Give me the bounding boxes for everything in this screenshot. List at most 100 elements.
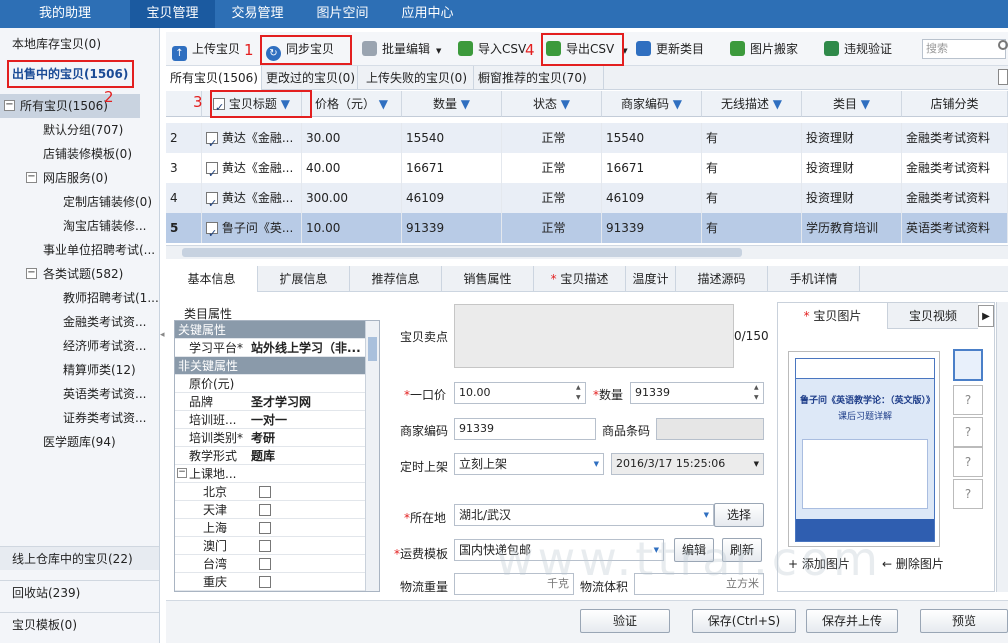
sidebar-item-templates[interactable]: 宝贝模板(0): [0, 612, 159, 636]
filter-icon[interactable]: ▼: [561, 97, 570, 111]
freight-refresh-button[interactable]: 刷新: [722, 538, 762, 562]
choose-location-button[interactable]: 选择: [714, 503, 764, 527]
image-thumb-1[interactable]: [953, 349, 983, 381]
tree-item-teacher[interactable]: 教师招聘考试(1...: [0, 286, 159, 310]
nav-app-center[interactable]: 应用中心: [385, 0, 470, 28]
prop-row-location[interactable]: − 上课地...: [175, 465, 365, 483]
table-row[interactable]: 2 黄达《金融... 30.00 15540 正常 15540 有 投资理财 金…: [166, 123, 1008, 153]
grid-header-status[interactable]: 状态 ▼: [502, 91, 602, 117]
tree-item-securities[interactable]: 证券类考试资...: [0, 406, 159, 430]
schedule-datetime[interactable]: 2016/3/17 15:25:06 ▼: [611, 453, 764, 475]
price-stepper[interactable]: ▲ ▼: [576, 383, 581, 403]
city-row[interactable]: 重庆: [175, 573, 365, 591]
image-slot-4[interactable]: ?: [953, 447, 983, 477]
city-row[interactable]: 上海: [175, 519, 365, 537]
upload-button[interactable]: ↑ 上传宝贝: [172, 38, 240, 61]
tree-collapse-icon[interactable]: −: [26, 172, 37, 183]
column-settings-icon[interactable]: [998, 69, 1008, 85]
city-row[interactable]: 澳门: [175, 537, 365, 555]
merchant-code-input[interactable]: 91339: [454, 418, 596, 440]
grid-header-wireless[interactable]: 无线描述 ▼: [702, 91, 802, 117]
city-checkbox[interactable]: [259, 576, 271, 588]
row-checkbox[interactable]: [206, 189, 218, 213]
nav-image-space[interactable]: 图片空间: [300, 0, 385, 28]
nav-trade-management[interactable]: 交易管理: [215, 0, 300, 28]
tab-extended-info[interactable]: 扩展信息: [258, 266, 350, 292]
grid-header-shop-category[interactable]: 店铺分类: [902, 91, 1008, 117]
image-slot-2[interactable]: ?: [953, 385, 983, 415]
tree-item-custom-decor[interactable]: 定制店铺装修(0): [0, 190, 159, 214]
row-checkbox[interactable]: [206, 159, 218, 183]
validate-button[interactable]: 违规验证: [824, 38, 892, 60]
tab-sale-attrs[interactable]: 销售属性: [442, 266, 534, 292]
sidebar-recycle-bin[interactable]: 回收站(239): [0, 580, 159, 604]
nav-my-assistant[interactable]: 我的助理: [0, 0, 130, 28]
prop-row-class[interactable]: 培训班... 一对一: [175, 411, 365, 429]
table-row[interactable]: 4 黄达《金融... 300.00 46109 正常 46109 有 投资理财 …: [166, 183, 1008, 213]
prop-row-original-price[interactable]: 原价(元): [175, 375, 365, 393]
tree-item-shop-template[interactable]: 店铺装修模板(0): [0, 142, 159, 166]
prop-row-training-type[interactable]: 培训类别* 考研: [175, 429, 365, 447]
tab-item-images[interactable]: * 宝贝图片: [778, 303, 888, 329]
volume-input[interactable]: 立方米: [634, 573, 764, 595]
tree-item-english[interactable]: 英语类考试资...: [0, 382, 159, 406]
grid-header-price[interactable]: 价格（元） ▼: [302, 91, 402, 117]
city-checkbox[interactable]: [259, 558, 271, 570]
grid-header-category[interactable]: 类目 ▼: [802, 91, 902, 117]
schedule-select[interactable]: 立刻上架 ▼: [454, 453, 604, 475]
tab-failed-items[interactable]: 上传失败的宝贝(0): [362, 66, 474, 90]
qty-stepper[interactable]: ▲ ▼: [754, 383, 759, 403]
city-checkbox[interactable]: [259, 540, 271, 552]
tab-desc-source[interactable]: 描述源码: [676, 266, 768, 292]
vertical-scrollbar[interactable]: [365, 321, 379, 591]
tree-item-default[interactable]: 默认分组(707): [0, 118, 159, 142]
row-checkbox[interactable]: [206, 129, 218, 153]
add-image-button[interactable]: + 添加图片: [788, 555, 850, 572]
save-upload-button[interactable]: 保存并上传: [806, 609, 898, 633]
preview-button[interactable]: 预览: [920, 609, 1008, 633]
tab-all-items[interactable]: 所有宝贝(1506): [166, 66, 262, 90]
city-row[interactable]: 北京: [175, 483, 365, 501]
grid-header-qty[interactable]: 数量 ▼: [402, 91, 502, 117]
tree-item-finance[interactable]: 金融类考试资...: [0, 310, 159, 334]
save-button[interactable]: 保存(Ctrl+S): [692, 609, 796, 633]
tree-all-items[interactable]: − 所有宝贝(1506): [0, 94, 140, 118]
table-row[interactable]: 3 黄达《金融... 40.00 16671 正常 16671 有 投资理财 金…: [166, 153, 1008, 183]
qty-input[interactable]: 91339: [630, 382, 764, 404]
price-input[interactable]: 10.00: [454, 382, 586, 404]
location-select[interactable]: 湖北/武汉 ▼: [454, 504, 714, 526]
tree-item-actuary[interactable]: 精算师类(12): [0, 358, 159, 382]
barcode-input[interactable]: [656, 418, 764, 440]
filter-icon[interactable]: ▼: [379, 97, 388, 111]
filter-icon[interactable]: ▼: [861, 97, 870, 111]
tree-item-exam-questions[interactable]: − 各类试题(582): [0, 262, 159, 286]
city-checkbox[interactable]: [259, 522, 271, 534]
filter-icon[interactable]: ▼: [673, 97, 682, 111]
scroll-thumb[interactable]: [368, 337, 377, 361]
image-slot-5[interactable]: ?: [953, 479, 983, 509]
selling-point-textarea[interactable]: [454, 304, 734, 368]
tree-item-shop-service[interactable]: − 网店服务(0): [0, 166, 159, 190]
prop-row-platform[interactable]: 学习平台* 站外线上学习（非...: [175, 339, 365, 357]
sidebar-splitter-handle[interactable]: ◂: [160, 320, 165, 350]
nav-item-management[interactable]: 宝贝管理: [130, 0, 215, 28]
verify-button[interactable]: 验证: [580, 609, 670, 633]
update-category-button[interactable]: 更新类目: [636, 38, 704, 60]
image-slot-3[interactable]: ?: [953, 417, 983, 447]
tab-thermometer[interactable]: 温度计: [626, 266, 676, 292]
tab-recommend-info[interactable]: 推荐信息: [350, 266, 442, 292]
tab-basic-info[interactable]: 基本信息: [166, 266, 258, 292]
filter-icon[interactable]: ▼: [773, 97, 782, 111]
filter-icon[interactable]: ▼: [461, 97, 470, 111]
tree-item-taobao-decor[interactable]: 淘宝店铺装修...: [0, 214, 159, 238]
sidebar-local-items[interactable]: 本地库存宝贝(0): [0, 32, 159, 56]
prop-row-teaching-form[interactable]: 教学形式 题库: [175, 447, 365, 465]
collapse-icon[interactable]: −: [177, 468, 187, 478]
row-checkbox[interactable]: [206, 219, 218, 243]
tree-item-economist[interactable]: 经济师考试资...: [0, 334, 159, 358]
dropdown-arrow-icon[interactable]: ▼: [436, 47, 441, 55]
city-checkbox[interactable]: [259, 486, 271, 498]
horizontal-scrollbar[interactable]: [166, 245, 1008, 259]
tree-collapse-icon[interactable]: −: [26, 268, 37, 279]
prop-row-brand[interactable]: 品牌 圣才学习网: [175, 393, 365, 411]
